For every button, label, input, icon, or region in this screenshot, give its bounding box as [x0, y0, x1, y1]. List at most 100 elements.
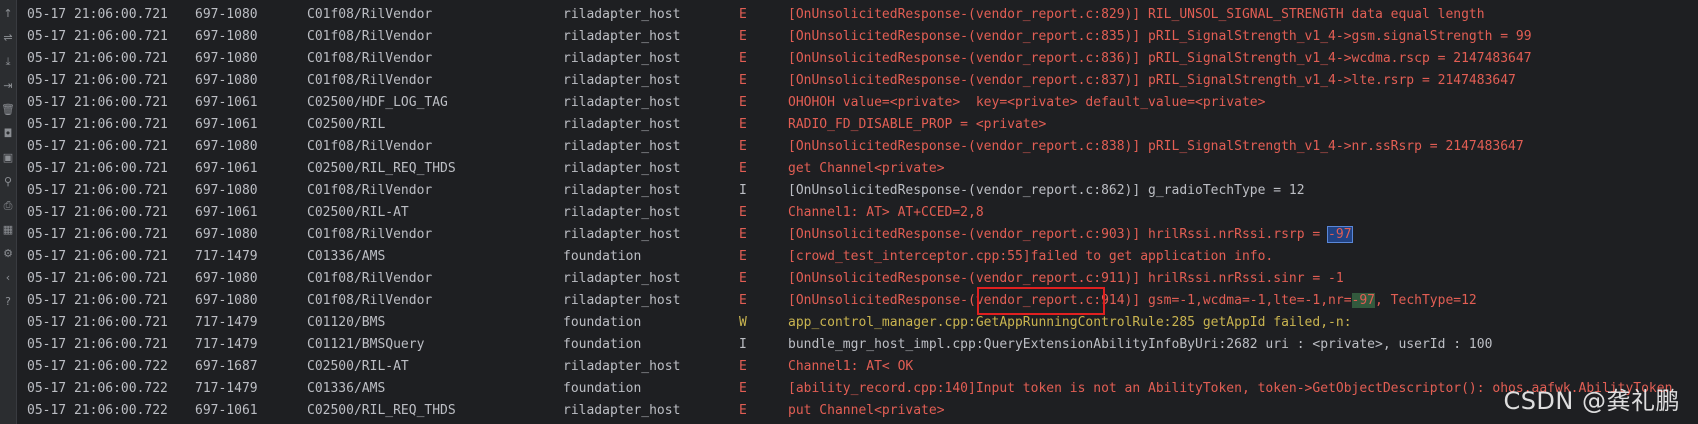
log-level: I: [739, 183, 747, 198]
log-time: 05-17 21:06:00.721: [27, 117, 168, 132]
log-package: riladapter_host: [563, 117, 681, 132]
log-package: riladapter_host: [563, 139, 681, 154]
log-level: E: [739, 29, 747, 44]
soft-wrap-icon[interactable]: ⇌: [0, 30, 16, 46]
log-row[interactable]: 05-17 21:06:00.721 697-1080 C01f08/RilVend…: [17, 48, 1698, 70]
video-icon[interactable]: ▣: [0, 150, 16, 166]
log-row[interactable]: 05-17 21:06:00.721 697-1080 C01f08/RilVend…: [17, 290, 1698, 312]
log-row[interactable]: 05-17 21:06:00.721 697-1080 C01f08/RilVend…: [17, 4, 1698, 26]
log-pid: 697-1080: [195, 271, 258, 286]
log-row[interactable]: 05-17 21:06:00.721 697-1061 C02500/RIL-AT r…: [17, 202, 1698, 224]
log-package: riladapter_host: [563, 161, 681, 176]
log-package: riladapter_host: [563, 7, 681, 22]
logcat-window: ↑ ⇌ ⤓ ⇥ 🗑 ◘ ▣ ⚲ ⎙ ▦ ⚙ ‹? 05-17 21:06:00.721 697-1080…: [0, 0, 1698, 424]
log-package: riladapter_host: [563, 359, 681, 374]
log-tag: C02500/RIL_REQ_THDS: [307, 161, 456, 176]
log-row[interactable]: 05-17 21:06:00.721 717-1479 C01336/AMS foun…: [17, 246, 1698, 268]
log-message-text: bundle_mgr_host_impl.cpp:QueryExtensionA…: [788, 337, 1493, 352]
log-pid: 697-1061: [195, 95, 258, 110]
log-list[interactable]: 05-17 21:06:00.721 697-1080 C01f08/RilVend…: [17, 4, 1698, 422]
log-message-text: [OnUnsolicitedResponse-(vendor_report.c:…: [788, 183, 1305, 198]
log-message: RADIO_FD_DISABLE_PROP = <private>: [788, 114, 1046, 136]
logcat-toolbar: ↑ ⇌ ⤓ ⇥ 🗑 ◘ ▣ ⚲ ⎙ ▦ ⚙ ‹?: [0, 0, 17, 424]
log-time: 05-17 21:06:00.721: [27, 29, 168, 44]
log-level: E: [739, 403, 747, 418]
log-time: 05-17 21:06:00.721: [27, 51, 168, 66]
clear-icon[interactable]: 🗑: [0, 102, 16, 118]
settings-icon[interactable]: ⚙: [0, 246, 16, 262]
filter-icon[interactable]: ⚲: [0, 174, 16, 190]
log-message-text: put Channel<private>: [788, 403, 945, 418]
log-row[interactable]: 05-17 21:06:00.721 697-1061 C02500/HDF_LOG…: [17, 92, 1698, 114]
log-tag: C01f08/RilVendor: [307, 271, 433, 286]
log-time: 05-17 21:06:00.721: [27, 315, 168, 330]
log-package: foundation: [563, 249, 642, 264]
scroll-up-icon[interactable]: ↑: [0, 6, 16, 22]
log-time: 05-17 21:06:00.721: [27, 271, 168, 286]
log-message: put Channel<private>: [788, 400, 945, 422]
back-icon[interactable]: ‹: [0, 270, 16, 286]
camera-icon[interactable]: ◘: [0, 126, 16, 142]
log-row[interactable]: 05-17 21:06:00.721 697-1061 C02500/RIL_REQ…: [17, 158, 1698, 180]
log-pid: 697-1061: [195, 117, 258, 132]
log-row[interactable]: 05-17 21:06:00.721 697-1080 C01f08/RilVend…: [17, 224, 1698, 246]
log-message-text: [OnUnsolicitedResponse-(vendor_report.c:…: [788, 271, 1344, 286]
log-time: 05-17 21:06:00.721: [27, 249, 168, 264]
log-row[interactable]: 05-17 21:06:00.721 697-1080 C01f08/RilVend…: [17, 268, 1698, 290]
log-row[interactable]: 05-17 21:06:00.722 697-1061 C02500/RIL_REQ…: [17, 400, 1698, 422]
help-icon[interactable]: ?: [0, 294, 16, 310]
log-message-text: Channel1: AT> AT+CCED=2,8: [788, 205, 984, 220]
log-time: 05-17 21:06:00.722: [27, 381, 168, 396]
log-message: [OnUnsolicitedResponse-(vendor_report.c:…: [788, 70, 1516, 92]
log-package: foundation: [563, 381, 642, 396]
log-tag: C01f08/RilVendor: [307, 227, 433, 242]
scroll-to-end-icon[interactable]: ⤓: [0, 54, 16, 70]
log-time: 05-17 21:06:00.721: [27, 337, 168, 352]
log-message-text: [OnUnsolicitedResponse-(vendor_report.c:…: [788, 293, 1352, 308]
log-row[interactable]: 05-17 21:06:00.721 697-1080 C01f08/RilVend…: [17, 70, 1698, 92]
layout-icon[interactable]: ▦: [0, 222, 16, 238]
log-message-text: Channel1: AT< OK: [788, 359, 914, 374]
log-row[interactable]: 05-17 21:06:00.721 717-1479 C01120/BMS foun…: [17, 312, 1698, 334]
import-icon[interactable]: ⇥: [0, 78, 16, 94]
search-match-highlight: -97: [1351, 293, 1376, 308]
log-time: 05-17 21:06:00.721: [27, 7, 168, 22]
log-message-text: [OnUnsolicitedResponse-(vendor_report.c:…: [788, 7, 1485, 22]
log-row[interactable]: 05-17 21:06:00.721 717-1479 C01121/BMSQuer…: [17, 334, 1698, 356]
log-tag: C01f08/RilVendor: [307, 7, 433, 22]
print-icon[interactable]: ⎙: [0, 198, 16, 214]
log-row[interactable]: 05-17 21:06:00.721 697-1080 C01f08/RilVend…: [17, 26, 1698, 48]
log-message-tail: , TechType=12: [1375, 293, 1477, 308]
log-level: E: [739, 381, 747, 396]
log-level: E: [739, 161, 747, 176]
log-time: 05-17 21:06:00.721: [27, 227, 168, 242]
log-level: E: [739, 51, 747, 66]
log-message-text: get Channel<private>: [788, 161, 945, 176]
log-row[interactable]: 05-17 21:06:00.721 697-1080 C01f08/RilVend…: [17, 136, 1698, 158]
log-package: riladapter_host: [563, 51, 681, 66]
log-time: 05-17 21:06:00.721: [27, 139, 168, 154]
log-package: riladapter_host: [563, 293, 681, 308]
log-package: foundation: [563, 337, 642, 352]
log-tag: C01f08/RilVendor: [307, 51, 433, 66]
log-level: E: [739, 249, 747, 264]
log-package: riladapter_host: [563, 73, 681, 88]
log-message: [OnUnsolicitedResponse-(vendor_report.c:…: [788, 224, 1353, 246]
log-row[interactable]: 05-17 21:06:00.722 717-1479 C01336/AMS foun…: [17, 378, 1698, 400]
log-tag: C01120/BMS: [307, 315, 386, 330]
log-message: [crowd_test_interceptor.cpp:55]failed to…: [788, 246, 1273, 268]
log-tag: C02500/RIL-AT: [307, 205, 409, 220]
log-level: I: [739, 337, 747, 352]
log-tag: C02500/RIL-AT: [307, 359, 409, 374]
log-level: E: [739, 7, 747, 22]
log-package: riladapter_host: [563, 271, 681, 286]
log-tag: C01336/AMS: [307, 249, 386, 264]
log-pid: 717-1479: [195, 381, 258, 396]
log-message-text: [OnUnsolicitedResponse-(vendor_report.c:…: [788, 51, 1532, 66]
log-pid: 697-1687: [195, 359, 258, 374]
log-row[interactable]: 05-17 21:06:00.722 697-1687 C02500/RIL-AT r…: [17, 356, 1698, 378]
log-time: 05-17 21:06:00.722: [27, 403, 168, 418]
log-time: 05-17 21:06:00.721: [27, 293, 168, 308]
log-row[interactable]: 05-17 21:06:00.721 697-1080 C01f08/RilVend…: [17, 180, 1698, 202]
log-row[interactable]: 05-17 21:06:00.721 697-1061 C02500/RIL rila…: [17, 114, 1698, 136]
